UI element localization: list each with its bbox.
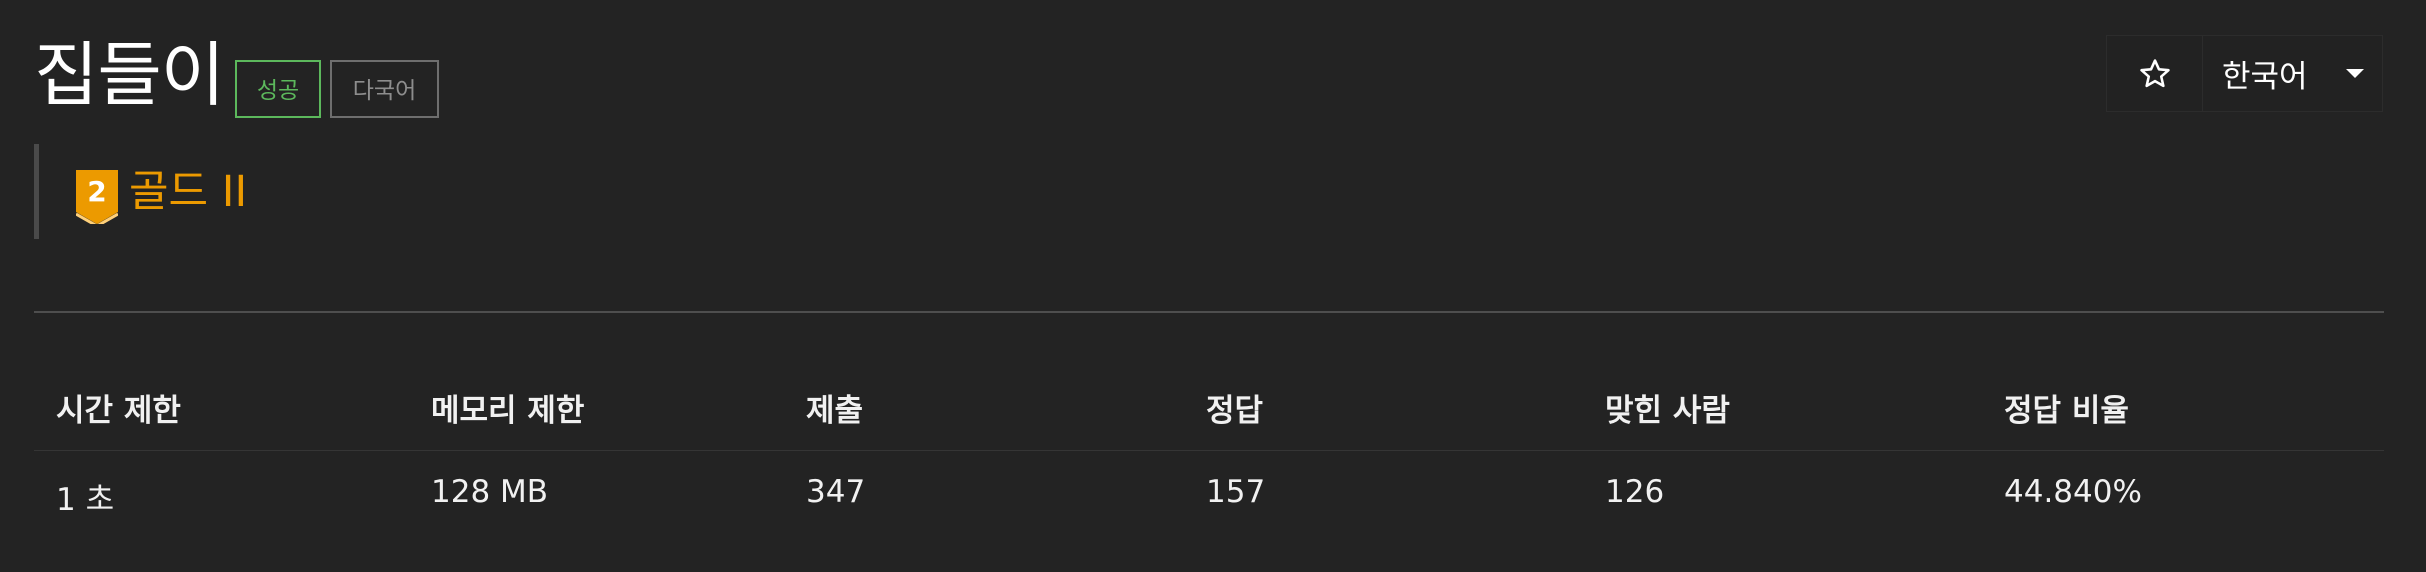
tier-blockquote-bar: [34, 144, 39, 239]
header-divider: [34, 311, 2384, 313]
language-select[interactable]: 한국어: [2204, 36, 2382, 111]
gold-tier-badge-icon: 2: [76, 170, 118, 224]
caret-down-icon: [2346, 69, 2364, 78]
table-cell-memory-limit: 128 MB: [431, 474, 549, 510]
table-cell-submissions[interactable]: 347: [806, 474, 865, 510]
tier-badge-number: 2: [87, 175, 106, 208]
table-header-accepted: 정답: [1206, 393, 1264, 429]
problem-title: 집들이: [34, 34, 225, 116]
table-header-ratio: 정답 비율: [2004, 393, 2129, 429]
table-row-divider: [34, 450, 2384, 451]
table-cell-solved-users[interactable]: 126: [1605, 474, 1664, 510]
table-header-time-limit: 시간 제한: [56, 393, 181, 429]
problem-toolbar: 한국어: [2106, 35, 2383, 112]
table-cell-time-limit: 1 초: [56, 482, 115, 518]
table-cell-accepted[interactable]: 157: [1206, 474, 1265, 510]
table-header-solved-users: 맞힌 사람: [1605, 393, 1730, 429]
star-outline-icon: [2139, 58, 2170, 87]
tier-label[interactable]: 골드 II: [129, 160, 247, 224]
table-header-submissions: 제출: [806, 393, 864, 429]
status-badge-success: 성공: [235, 60, 321, 118]
table-cell-ratio: 44.840%: [2004, 474, 2142, 510]
table-header-memory-limit: 메모리 제한: [431, 393, 585, 429]
multilang-badge: 다국어: [330, 60, 439, 118]
language-select-label: 한국어: [2222, 59, 2308, 95]
favorite-button[interactable]: [2107, 36, 2203, 111]
